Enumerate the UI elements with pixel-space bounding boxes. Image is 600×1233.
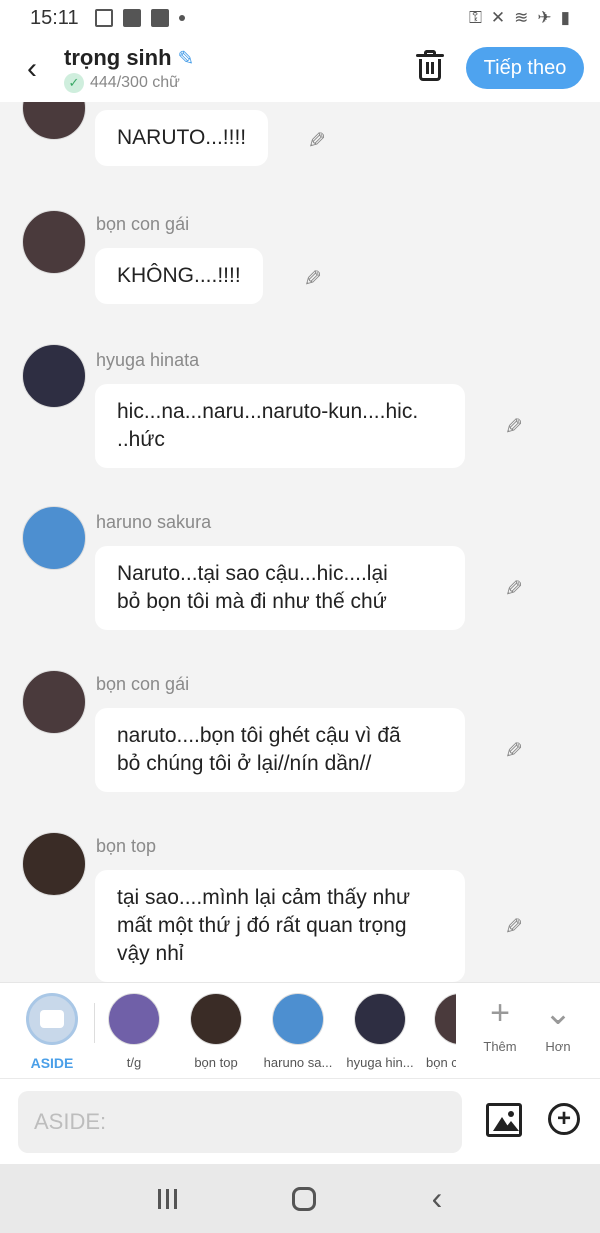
story-title: trọng sinh xyxy=(64,45,172,70)
story-header: ‹ trọng sinh ✎ ✓ 444/300 chữ Tiếp theo xyxy=(0,36,600,102)
key-icon: ⚿ xyxy=(468,8,482,27)
character-label: bọn top xyxy=(194,1055,238,1070)
message-bubble[interactable]: naruto....bọn tôi ghét cậu vì đã bỏ chún… xyxy=(95,708,465,792)
avatar[interactable] xyxy=(22,670,86,734)
message-bubble[interactable]: hic...na...naru...naruto-kun....hic. ..h… xyxy=(95,384,465,468)
sender-name: bọn con gái xyxy=(96,674,190,694)
status-bar: 15:11 ⚿ ✕ ≋ ✈ ▮ xyxy=(0,0,600,36)
wifi-icon: ≋ xyxy=(514,8,529,27)
character-label: haruno sa... xyxy=(263,1055,333,1070)
status-time: 15:11 xyxy=(30,6,79,29)
check-icon: ✓ xyxy=(64,73,84,93)
trash-icon[interactable] xyxy=(414,50,446,84)
sender-name: bọn con gái xyxy=(96,214,190,234)
avatar[interactable] xyxy=(22,102,86,140)
sender-name: bọn top xyxy=(96,836,157,856)
character-hyuga-hinata[interactable]: hyuga hin... xyxy=(340,993,420,1070)
message-input[interactable] xyxy=(18,1091,462,1153)
more-label: Hơn xyxy=(545,1039,571,1054)
edit-message-icon[interactable]: ✎ xyxy=(296,266,322,292)
recents-icon[interactable] xyxy=(157,1188,177,1209)
avatar[interactable] xyxy=(22,210,86,274)
chevron-down-icon: ⌄ xyxy=(543,994,573,1032)
baomoi-icon xyxy=(122,9,141,27)
message-bubble[interactable]: tại sao....mình lại cảm thấy như mất một… xyxy=(95,870,465,982)
airplane-icon: ✈ xyxy=(537,8,552,27)
character-bon-top[interactable]: bọn top xyxy=(176,993,256,1070)
chevron-left-icon: ‹ xyxy=(27,52,37,85)
character-label: hyuga hin... xyxy=(346,1055,414,1070)
facebook-icon xyxy=(150,9,169,27)
character-aside[interactable]: ASIDE xyxy=(12,993,92,1071)
character-label: ASIDE xyxy=(30,1055,74,1071)
message-bubble[interactable]: Naruto...tại sao cậu...hic....lại bỏ bọn… xyxy=(95,546,465,630)
avatar[interactable] xyxy=(22,506,86,570)
edit-message-icon[interactable]: ✎ xyxy=(300,128,326,154)
chat-area[interactable]: NARUTO...!!!! ✎ bọn con gái KHÔNG....!!!… xyxy=(0,102,600,982)
add-character-button[interactable]: + Thêm xyxy=(472,993,528,1054)
character-haruno-sakura[interactable]: haruno sa... xyxy=(258,993,338,1070)
avatar xyxy=(190,993,242,1045)
image-icon xyxy=(94,9,113,27)
next-button[interactable]: Tiếp theo xyxy=(466,47,584,89)
message-bubble[interactable]: NARUTO...!!!! xyxy=(95,110,269,166)
edit-message-icon[interactable]: ✎ xyxy=(497,576,523,602)
add-character-label: Thêm xyxy=(483,1039,517,1054)
back-nav-icon[interactable]: ‹ xyxy=(432,1180,443,1217)
aside-icon xyxy=(26,993,78,1045)
avatar xyxy=(272,993,324,1045)
more-notifications-icon xyxy=(178,15,185,21)
avatar[interactable] xyxy=(22,344,86,408)
word-count: 444/300 chữ xyxy=(90,74,180,91)
battery-icon: ▮ xyxy=(560,8,570,27)
avatar xyxy=(434,993,456,1045)
character-tg[interactable]: t/g xyxy=(94,993,174,1070)
character-label: t/g xyxy=(126,1055,142,1070)
back-button[interactable]: ‹ xyxy=(2,39,62,99)
sender-name: hyuga hinata xyxy=(96,350,200,370)
avatar[interactable] xyxy=(22,832,86,896)
character-label: bọn c xyxy=(426,1055,456,1070)
message-bubble[interactable]: KHÔNG....!!!! xyxy=(95,248,263,304)
edit-message-icon[interactable]: ✎ xyxy=(497,914,523,940)
edit-message-icon[interactable]: ✎ xyxy=(497,414,523,440)
character-bar: ASIDE t/g bọn top haruno sa... hyuga hin… xyxy=(0,982,600,1078)
vibrate-mute-icon: ✕ xyxy=(490,8,506,27)
more-button[interactable]: ⌄ Hơn xyxy=(530,993,586,1054)
home-icon[interactable] xyxy=(292,1186,317,1211)
edit-message-icon[interactable]: ✎ xyxy=(497,738,523,764)
character-bon-con-gai[interactable]: bọn c xyxy=(422,993,456,1070)
avatar xyxy=(354,993,406,1045)
system-nav-bar: ‹ xyxy=(0,1164,600,1233)
plus-icon: + xyxy=(490,994,510,1032)
add-icon[interactable]: + xyxy=(548,1103,580,1135)
image-icon[interactable] xyxy=(486,1103,522,1137)
edit-title-icon[interactable]: ✎ xyxy=(178,46,195,71)
input-row: + xyxy=(0,1078,600,1164)
avatar xyxy=(108,993,160,1045)
sender-name: haruno sakura xyxy=(96,512,212,532)
